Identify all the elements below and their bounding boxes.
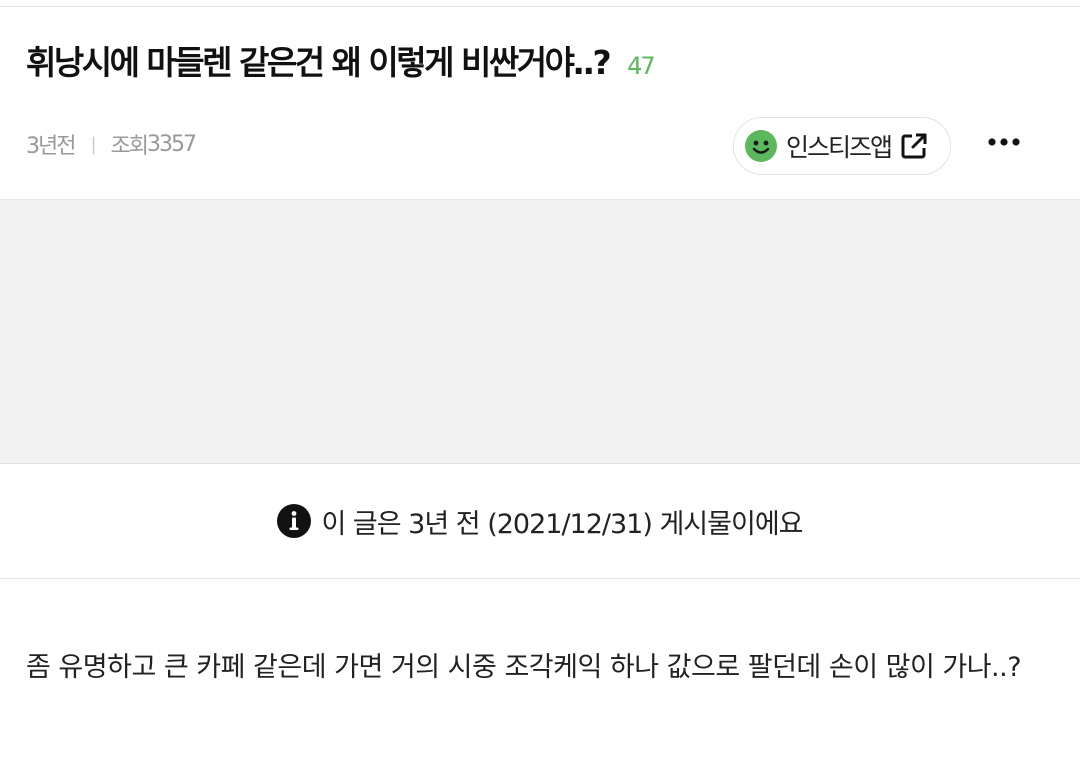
post-meta: 3년전 | 조회 3357 [26,128,197,160]
post-time: 3년전 [26,134,77,159]
info-icon [277,504,312,538]
views-label: 조회 [110,134,150,159]
post-title-row: 휘낭시에 마들렌 같은건 왜 이렇게 비싼거야..? 47 [26,36,656,84]
views-count: 3357 [147,131,197,157]
open-app-label: 인스티즈앱 [786,133,893,162]
more-dots-icon[interactable] [985,128,1025,156]
notice-text: 이 글은 3년 전 (2021/12/31) 게시물이에요 [321,508,803,540]
comment-count[interactable]: 47 [627,52,656,80]
post-title: 휘낭시에 마들렌 같은건 왜 이렇게 비싼거야..? [26,43,612,82]
open-app-button[interactable]: 인스티즈앱 [733,117,951,175]
post-body: 좀 유명하고 큰 카페 같은데 가면 거의 시중 조각케익 하나 값으로 팔던데… [26,652,1022,683]
top-divider [0,6,1080,7]
external-link-icon [901,133,927,159]
meta-separator: | [90,133,96,155]
smile-icon [745,130,777,162]
archive-notice: 이 글은 3년 전 (2021/12/31) 게시물이에요 [0,464,1080,579]
ad-placeholder [0,200,1080,464]
